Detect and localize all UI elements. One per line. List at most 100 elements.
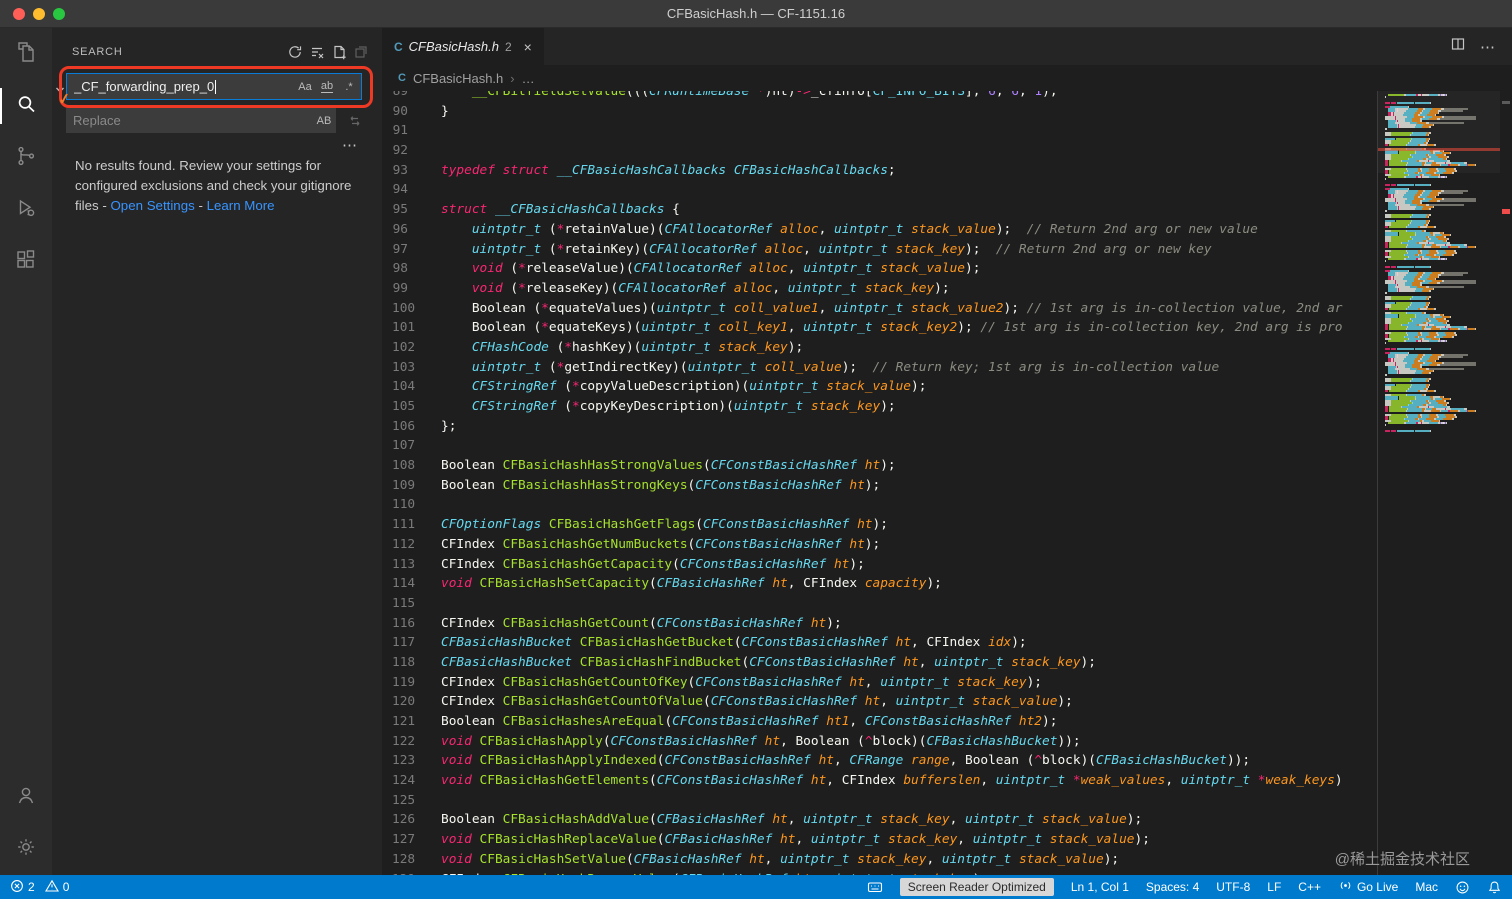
code-line[interactable]: 125 xyxy=(382,791,1512,811)
line-number[interactable]: 96 xyxy=(382,220,408,240)
go-live-button[interactable]: Go Live xyxy=(1338,878,1398,896)
code-line[interactable]: 95 struct __CFBasicHashCallbacks { xyxy=(382,200,1512,220)
line-number[interactable]: 101 xyxy=(382,318,415,338)
split-editor-icon[interactable] xyxy=(1450,36,1466,57)
code-line[interactable]: 119 CFIndex CFBasicHashGetCountOfKey(CFCo… xyxy=(382,673,1512,693)
line-number[interactable]: 106 xyxy=(382,417,415,437)
sidebar-item-explorer[interactable] xyxy=(0,28,52,80)
language-mode[interactable]: C++ xyxy=(1298,880,1321,894)
line-number[interactable]: 95 xyxy=(382,200,408,220)
settings-button[interactable] xyxy=(0,823,52,875)
line-number[interactable]: 112 xyxy=(382,535,415,555)
code-line[interactable]: 92 xyxy=(382,141,1512,161)
line-number[interactable]: 122 xyxy=(382,732,415,752)
code-line[interactable]: 91 xyxy=(382,121,1512,141)
breadcrumb-file[interactable]: CFBasicHash.h xyxy=(413,71,503,86)
line-number[interactable]: 103 xyxy=(382,358,415,378)
sidebar-item-search[interactable] xyxy=(0,80,52,132)
replace-input[interactable]: Replace AB xyxy=(66,108,336,133)
code-line[interactable]: 109 Boolean CFBasicHashHasStrongKeys(CFCo… xyxy=(382,476,1512,496)
code-line[interactable]: 129 CFIndex CFBasicHashRemoveValue(CFBasi… xyxy=(382,870,1512,876)
code-line[interactable]: 96 uintptr_t (*retainValue)(CFAllocatorR… xyxy=(382,220,1512,240)
close-window-button[interactable] xyxy=(13,8,25,20)
sidebar-item-source-control[interactable] xyxy=(0,132,52,184)
screen-reader-status[interactable]: Screen Reader Optimized xyxy=(899,878,1054,896)
code-line[interactable]: 118 CFBasicHashBucket CFBasicHashFindBuck… xyxy=(382,653,1512,673)
line-number[interactable]: 89 xyxy=(382,91,408,102)
line-number[interactable]: 119 xyxy=(382,673,415,693)
line-number[interactable]: 109 xyxy=(382,476,415,496)
line-number[interactable]: 123 xyxy=(382,751,415,771)
code-line[interactable]: 94 xyxy=(382,180,1512,200)
code-line[interactable]: 127 void CFBasicHashReplaceValue(CFBasicH… xyxy=(382,830,1512,850)
line-number[interactable]: 128 xyxy=(382,850,415,870)
line-number[interactable]: 104 xyxy=(382,377,415,397)
refresh-icon[interactable] xyxy=(284,41,306,63)
line-number[interactable]: 117 xyxy=(382,633,415,653)
line-number[interactable]: 114 xyxy=(382,574,415,594)
breadcrumb-more[interactable]: … xyxy=(522,71,535,86)
line-number[interactable]: 107 xyxy=(382,436,415,456)
line-number[interactable]: 127 xyxy=(382,830,415,850)
match-case-toggle[interactable]: Aa xyxy=(295,77,315,97)
code-line[interactable]: 108 Boolean CFBasicHashHasStrongValues(CF… xyxy=(382,456,1512,476)
problems-indicator[interactable]: 2 0 xyxy=(10,879,69,896)
code-line[interactable]: 126 Boolean CFBasicHashAddValue(CFBasicHa… xyxy=(382,810,1512,830)
overview-ruler[interactable] xyxy=(1500,91,1512,875)
code-line[interactable]: 124 void CFBasicHashGetElements(CFConstBa… xyxy=(382,771,1512,791)
toggle-replace-chevron-icon[interactable] xyxy=(55,81,65,99)
line-number[interactable]: 91 xyxy=(382,121,408,141)
replace-all-icon[interactable] xyxy=(342,108,367,133)
whole-word-toggle[interactable]: ab xyxy=(317,77,337,97)
code-line[interactable]: 116 CFIndex CFBasicHashGetCount(CFConstBa… xyxy=(382,614,1512,634)
code-line[interactable]: 98 void (*releaseValue)(CFAllocatorRef a… xyxy=(382,259,1512,279)
code-line[interactable]: 120 CFIndex CFBasicHashGetCountOfValue(CF… xyxy=(382,692,1512,712)
clear-search-results-icon[interactable] xyxy=(306,41,328,63)
line-number[interactable]: 92 xyxy=(382,141,408,161)
line-number[interactable]: 124 xyxy=(382,771,415,791)
line-number[interactable]: 94 xyxy=(382,180,408,200)
code-line[interactable]: 93 typedef struct __CFBasicHashCallbacks … xyxy=(382,161,1512,181)
search-input[interactable]: _CF_forwarding_prep_0 Aa ab .* xyxy=(66,73,362,100)
code-line[interactable]: 123 void CFBasicHashApplyIndexed(CFConstB… xyxy=(382,751,1512,771)
sidebar-item-run-debug[interactable] xyxy=(0,184,52,236)
open-settings-link[interactable]: Open Settings xyxy=(110,198,194,213)
minimap[interactable] xyxy=(1377,91,1512,875)
new-search-editor-icon[interactable] xyxy=(328,41,350,63)
line-number[interactable]: 113 xyxy=(382,555,415,575)
toggle-search-details-button[interactable]: ⋯ xyxy=(342,136,358,154)
line-number[interactable]: 129 xyxy=(382,870,415,876)
code-line[interactable]: 122 void CFBasicHashApply(CFConstBasicHas… xyxy=(382,732,1512,752)
line-number[interactable]: 102 xyxy=(382,338,415,358)
line-number[interactable]: 121 xyxy=(382,712,415,732)
line-number[interactable]: 125 xyxy=(382,791,415,811)
line-number[interactable]: 99 xyxy=(382,279,408,299)
code-line[interactable]: 112 CFIndex CFBasicHashGetNumBuckets(CFCo… xyxy=(382,535,1512,555)
line-number[interactable]: 115 xyxy=(382,594,415,614)
line-number[interactable]: 110 xyxy=(382,495,415,515)
line-number[interactable]: 93 xyxy=(382,161,408,181)
line-number[interactable]: 108 xyxy=(382,456,415,476)
collapse-all-icon[interactable] xyxy=(350,41,372,63)
code-line[interactable]: 117 CFBasicHashBucket CFBasicHashGetBucke… xyxy=(382,633,1512,653)
tab-cfbasichash[interactable]: C CFBasicHash.h 2 × xyxy=(382,28,544,65)
code-line[interactable]: 99 void (*releaseKey)(CFAllocatorRef all… xyxy=(382,279,1512,299)
code-line[interactable]: 111 CFOptionFlags CFBasicHashGetFlags(CFC… xyxy=(382,515,1512,535)
code-line[interactable]: 103 uintptr_t (*getIndirectKey)(uintptr_… xyxy=(382,358,1512,378)
sidebar-item-extensions[interactable] xyxy=(0,236,52,288)
encoding-status[interactable]: UTF-8 xyxy=(1216,880,1250,894)
feedback-smiley-icon[interactable] xyxy=(1455,880,1470,895)
line-number[interactable]: 111 xyxy=(382,515,415,535)
keyboard-icon[interactable] xyxy=(867,879,883,895)
code-line[interactable]: 101 Boolean (*equateKeys)(uintptr_t coll… xyxy=(382,318,1512,338)
code-line[interactable]: 97 uintptr_t (*retainKey)(CFAllocatorRef… xyxy=(382,240,1512,260)
code-line[interactable]: 121 Boolean CFBasicHashesAreEqual(CFConst… xyxy=(382,712,1512,732)
code-line[interactable]: 89 __CFBitfieldSetValue(((CFRuntimeBase … xyxy=(382,91,1512,102)
code-editor[interactable]: 89 __CFBitfieldSetValue(((CFRuntimeBase … xyxy=(382,91,1512,875)
code-line[interactable]: 105 CFStringRef (*copyKeyDescription)(ui… xyxy=(382,397,1512,417)
code-line[interactable]: 106}; xyxy=(382,417,1512,437)
code-line[interactable]: 102 CFHashCode (*hashKey)(uintptr_t stac… xyxy=(382,338,1512,358)
learn-more-link[interactable]: Learn More xyxy=(207,198,275,213)
minimize-window-button[interactable] xyxy=(33,8,45,20)
code-line[interactable]: 100 Boolean (*equateValues)(uintptr_t co… xyxy=(382,299,1512,319)
